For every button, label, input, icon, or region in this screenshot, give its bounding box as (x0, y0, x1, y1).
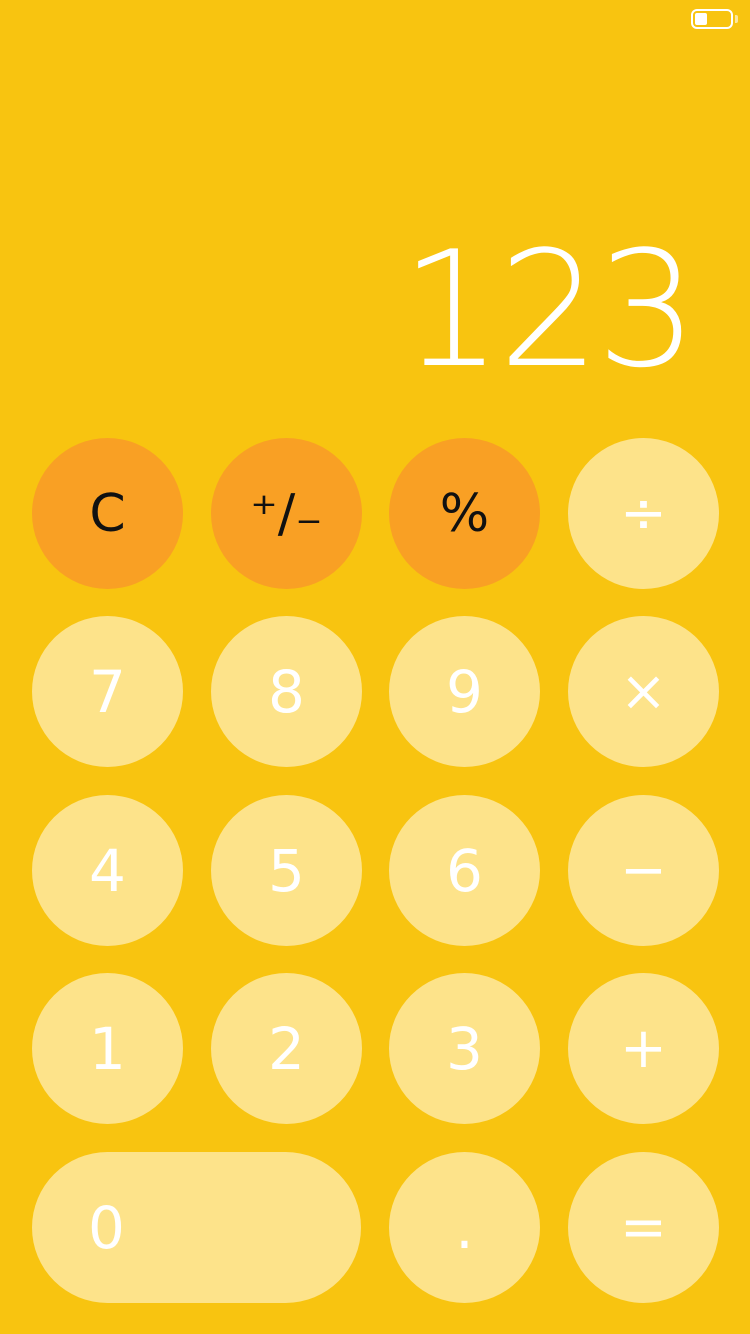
digit-7-button[interactable]: 7 (32, 616, 183, 767)
digit-5-button[interactable]: 5 (211, 795, 362, 946)
divide-button[interactable]: ÷ (568, 438, 719, 589)
subtract-button[interactable]: − (568, 795, 719, 946)
battery-fill (695, 13, 707, 25)
digit-1-button[interactable]: 1 (32, 973, 183, 1124)
digit-4-button[interactable]: 4 (32, 795, 183, 946)
digit-8-button[interactable]: 8 (211, 616, 362, 767)
digit-3-button[interactable]: 3 (389, 973, 540, 1124)
decimal-button[interactable]: . (389, 1152, 540, 1303)
battery-icon (691, 9, 733, 29)
calculator-display: 123 (400, 216, 698, 403)
digit-9-button[interactable]: 9 (389, 616, 540, 767)
equals-button[interactable]: = (568, 1152, 719, 1303)
digit-0-button[interactable]: 0 (32, 1152, 361, 1303)
percent-button[interactable]: % (389, 438, 540, 589)
clear-button[interactable]: C (32, 438, 183, 589)
digit-6-button[interactable]: 6 (389, 795, 540, 946)
status-bar (0, 0, 750, 40)
multiply-button[interactable]: × (568, 616, 719, 767)
battery-cap (735, 15, 738, 23)
toggle-sign-button[interactable]: ⁺∕₋ (211, 438, 362, 589)
add-button[interactable]: + (568, 973, 719, 1124)
digit-2-button[interactable]: 2 (211, 973, 362, 1124)
